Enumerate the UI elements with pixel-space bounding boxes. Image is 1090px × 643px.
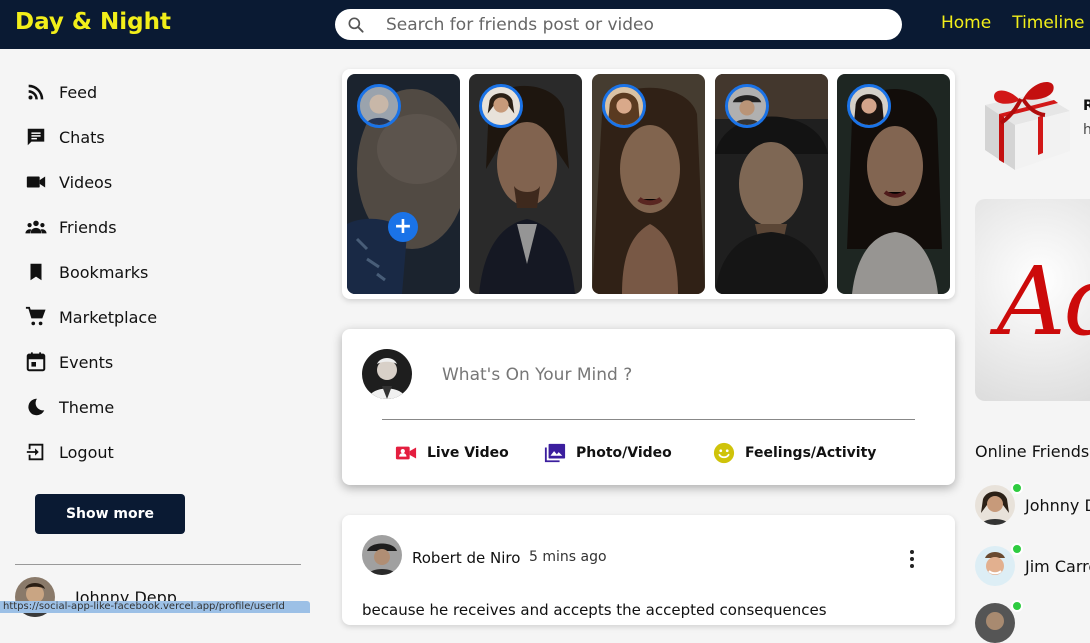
sidebar-item-label: Chats xyxy=(59,127,105,147)
top-nav: Home Timeline xyxy=(941,13,1085,33)
sidebar-item-feed[interactable]: Feed xyxy=(25,79,97,105)
sidebar-item-theme[interactable]: Theme xyxy=(25,394,114,420)
bookmark-icon xyxy=(30,263,42,281)
more-options-icon[interactable] xyxy=(907,548,917,570)
post-text: because he receives and accepts the acce… xyxy=(362,601,827,619)
photo-library-icon xyxy=(544,443,566,463)
search-input[interactable] xyxy=(386,14,886,35)
post-author[interactable]: Robert de Niro xyxy=(412,549,520,567)
story-card[interactable] xyxy=(592,74,705,294)
online-friend-item[interactable]: Jim Carrey xyxy=(975,543,1090,586)
sidebar-item-events[interactable]: Events xyxy=(25,349,113,375)
left-sidebar: Feed Chats Videos Friends Bookmarks Mark… xyxy=(0,49,320,617)
status-url-tooltip: https://social-app-like-facebook.vercel.… xyxy=(0,601,310,613)
video-camera-icon xyxy=(26,176,46,188)
avatar xyxy=(362,349,412,399)
app-logo[interactable]: Day & Night xyxy=(15,9,171,35)
sidebar-item-label: Friends xyxy=(59,217,117,237)
story-avatar xyxy=(602,84,646,128)
sidebar-item-label: Bookmarks xyxy=(59,262,149,282)
group-icon xyxy=(25,220,47,234)
advertisement-image[interactable]: Adv xyxy=(975,199,1090,401)
shopping-cart-icon xyxy=(25,306,46,326)
avatar xyxy=(975,600,1023,643)
story-avatar xyxy=(725,84,769,128)
online-friend-item[interactable] xyxy=(975,600,1023,643)
moon-icon xyxy=(28,398,45,416)
story-card[interactable] xyxy=(715,74,828,294)
gift-icon xyxy=(985,81,1070,170)
add-story-icon[interactable]: + xyxy=(388,212,418,242)
share-option-label: Feelings/Activity xyxy=(745,445,877,461)
share-option-label: Live Video xyxy=(427,445,509,461)
sidebar-item-bookmarks[interactable]: Bookmarks xyxy=(25,259,148,285)
online-status-dot xyxy=(1011,482,1023,494)
chat-icon xyxy=(27,128,45,146)
story-avatar xyxy=(479,84,523,128)
sidebar-divider xyxy=(15,564,301,565)
post-input[interactable] xyxy=(442,361,912,389)
sidebar-item-label: Marketplace xyxy=(59,307,158,327)
logout-icon xyxy=(26,443,44,461)
emoji-icon xyxy=(713,442,735,464)
sidebar-item-label: Videos xyxy=(59,172,113,192)
sidebar-item-label: Events xyxy=(59,352,114,372)
sidebar-item-label: Theme xyxy=(59,397,115,417)
sidebar-item-videos[interactable]: Videos xyxy=(25,169,112,195)
birthday-title: R xyxy=(1083,98,1090,114)
birthday-subtitle: h xyxy=(1083,122,1090,138)
live-video-icon xyxy=(395,446,417,460)
photo-video-button[interactable]: Photo/Video xyxy=(544,441,672,465)
post-timestamp: 5 mins ago xyxy=(529,549,607,565)
online-friend-name: Johnny Depp xyxy=(1025,495,1090,515)
story-card[interactable] xyxy=(837,74,950,294)
feelings-activity-button[interactable]: Feelings/Activity xyxy=(713,441,876,465)
nav-home-link[interactable]: Home xyxy=(941,13,991,33)
create-post-box: Live Video Photo/Video Feelings/Activity xyxy=(342,329,955,485)
ad-text: Adv xyxy=(989,247,1090,357)
online-status-dot xyxy=(1011,543,1023,555)
online-status-dot xyxy=(1011,600,1023,612)
sidebar-item-marketplace[interactable]: Marketplace xyxy=(25,304,157,330)
search-icon xyxy=(348,17,364,33)
feed-post: Robert de Niro 5 mins ago because he rec… xyxy=(342,515,955,625)
sidebar-item-friends[interactable]: Friends xyxy=(25,214,117,240)
story-avatar xyxy=(847,84,891,128)
rss-icon xyxy=(28,84,44,100)
story-card[interactable]: + xyxy=(347,74,460,294)
sidebar-item-logout[interactable]: Logout xyxy=(25,439,114,465)
top-bar: Day & Night Home Timeline xyxy=(0,0,1090,49)
avatar xyxy=(975,543,1023,586)
sidebar-item-label: Logout xyxy=(59,442,114,462)
online-friend-item[interactable]: Johnny Depp xyxy=(975,482,1090,525)
search-bar[interactable] xyxy=(335,9,902,40)
avatar xyxy=(975,482,1023,525)
sidebar-item-label: Feed xyxy=(59,82,98,102)
stories-panel: + xyxy=(342,69,955,299)
sidebar-item-chats[interactable]: Chats xyxy=(25,124,105,150)
online-friend-name: Jim Carrey xyxy=(1025,556,1090,576)
avatar[interactable] xyxy=(362,535,402,575)
story-avatar xyxy=(357,84,401,128)
nav-timeline-link[interactable]: Timeline xyxy=(1012,13,1084,33)
show-more-button[interactable]: Show more xyxy=(35,494,185,534)
share-option-label: Photo/Video xyxy=(576,445,672,461)
online-friends-title: Online Friends xyxy=(975,442,1090,461)
story-card[interactable] xyxy=(469,74,582,294)
live-video-button[interactable]: Live Video xyxy=(395,441,509,465)
share-divider xyxy=(382,419,915,420)
calendar-icon xyxy=(26,352,46,372)
